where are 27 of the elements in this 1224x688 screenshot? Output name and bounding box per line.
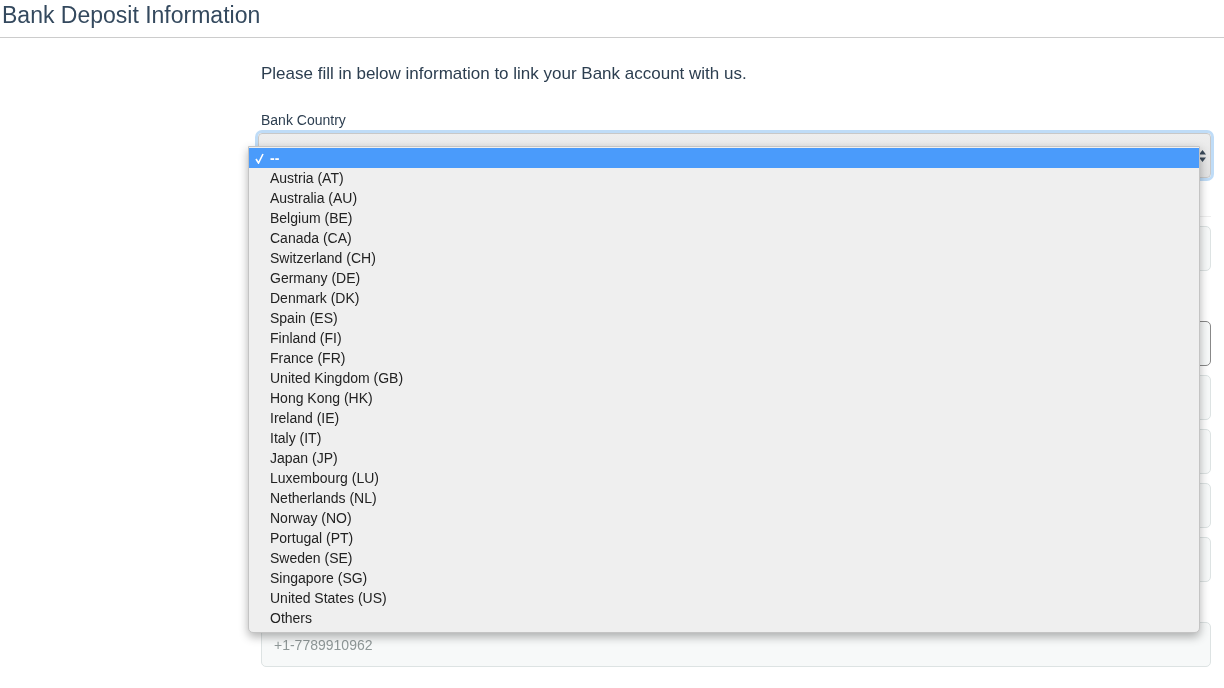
dropdown-option[interactable]: France (FR) — [249, 348, 1199, 368]
checkmark-icon — [255, 152, 264, 164]
dropdown-option[interactable]: United States (US) — [249, 588, 1199, 608]
dropdown-option[interactable]: Switzerland (CH) — [249, 248, 1199, 268]
up-down-arrows-icon — [1199, 150, 1206, 162]
dropdown-option[interactable]: Austria (AT) — [249, 168, 1199, 188]
dropdown-option[interactable]: Australia (AU) — [249, 188, 1199, 208]
dropdown-option[interactable]: Hong Kong (HK) — [249, 388, 1199, 408]
dropdown-option[interactable]: Norway (NO) — [249, 508, 1199, 528]
dropdown-option[interactable]: Japan (JP) — [249, 448, 1199, 468]
dropdown-option[interactable]: United Kingdom (GB) — [249, 368, 1199, 388]
dropdown-option[interactable]: Luxembourg (LU) — [249, 468, 1199, 488]
dropdown-option[interactable]: Portugal (PT) — [249, 528, 1199, 548]
dropdown-option[interactable]: Germany (DE) — [249, 268, 1199, 288]
dropdown-option[interactable]: Ireland (IE) — [249, 408, 1199, 428]
dropdown-option[interactable]: Belgium (BE) — [249, 208, 1199, 228]
intro-text: Please fill in below information to link your Bank account with us. — [261, 63, 748, 85]
dropdown-option[interactable]: Italy (IT) — [249, 428, 1199, 448]
dropdown-option[interactable]: Netherlands (NL) — [249, 488, 1199, 508]
dropdown-option[interactable]: Finland (FI) — [249, 328, 1199, 348]
dropdown-option[interactable]: Canada (CA) — [249, 228, 1199, 248]
dropdown-option[interactable]: Singapore (SG) — [249, 568, 1199, 588]
dropdown-option[interactable]: Sweden (SE) — [249, 548, 1199, 568]
page-title: Bank Deposit Information — [1, 1, 262, 29]
dropdown-option[interactable]: Denmark (DK) — [249, 288, 1199, 308]
dropdown-option[interactable]: Spain (ES) — [249, 308, 1199, 328]
field-label: Bank Country — [261, 111, 347, 129]
